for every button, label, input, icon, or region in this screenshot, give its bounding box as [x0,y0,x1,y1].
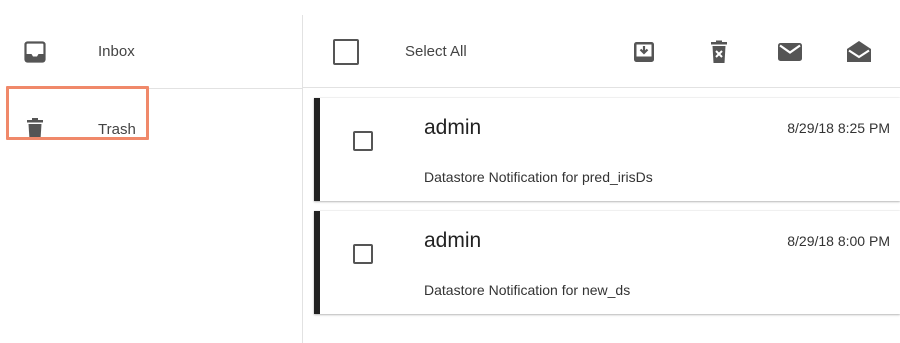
message-row[interactable]: admin 8/29/18 8:25 PM Datastore Notifica… [314,98,900,201]
mark-read-icon[interactable] [846,39,872,65]
message-toolbar: Select All [303,15,900,88]
mail-app: Inbox Trash Select All admin 8/29/18 8:2… [0,0,900,343]
select-all-checkbox[interactable] [333,39,359,65]
sidebar-item-label: Trash [98,120,136,138]
message-subject: Datastore Notification for pred_irisDs [424,169,653,185]
message-timestamp: 8/29/18 8:00 PM [787,233,890,249]
mark-unread-icon[interactable] [777,39,803,65]
sidebar-item-trash[interactable]: Trash [8,101,302,157]
message-timestamp: 8/29/18 8:25 PM [787,120,890,136]
trash-icon [24,118,46,140]
inbox-icon [24,40,46,63]
message-sender: admin [424,229,482,252]
sidebar-item-label: Inbox [98,43,135,60]
select-all-label: Select All [405,43,467,60]
download-icon[interactable] [631,39,657,65]
message-row[interactable]: admin 8/29/18 8:00 PM Datastore Notifica… [314,211,900,314]
message-subject: Datastore Notification for new_ds [424,282,631,298]
folder-sidebar: Inbox Trash [8,15,303,343]
message-sender: admin [424,116,482,139]
sidebar-item-inbox[interactable]: Inbox [8,15,302,89]
message-checkbox[interactable] [353,131,373,151]
message-checkbox[interactable] [353,244,373,264]
delete-icon[interactable] [706,39,732,65]
